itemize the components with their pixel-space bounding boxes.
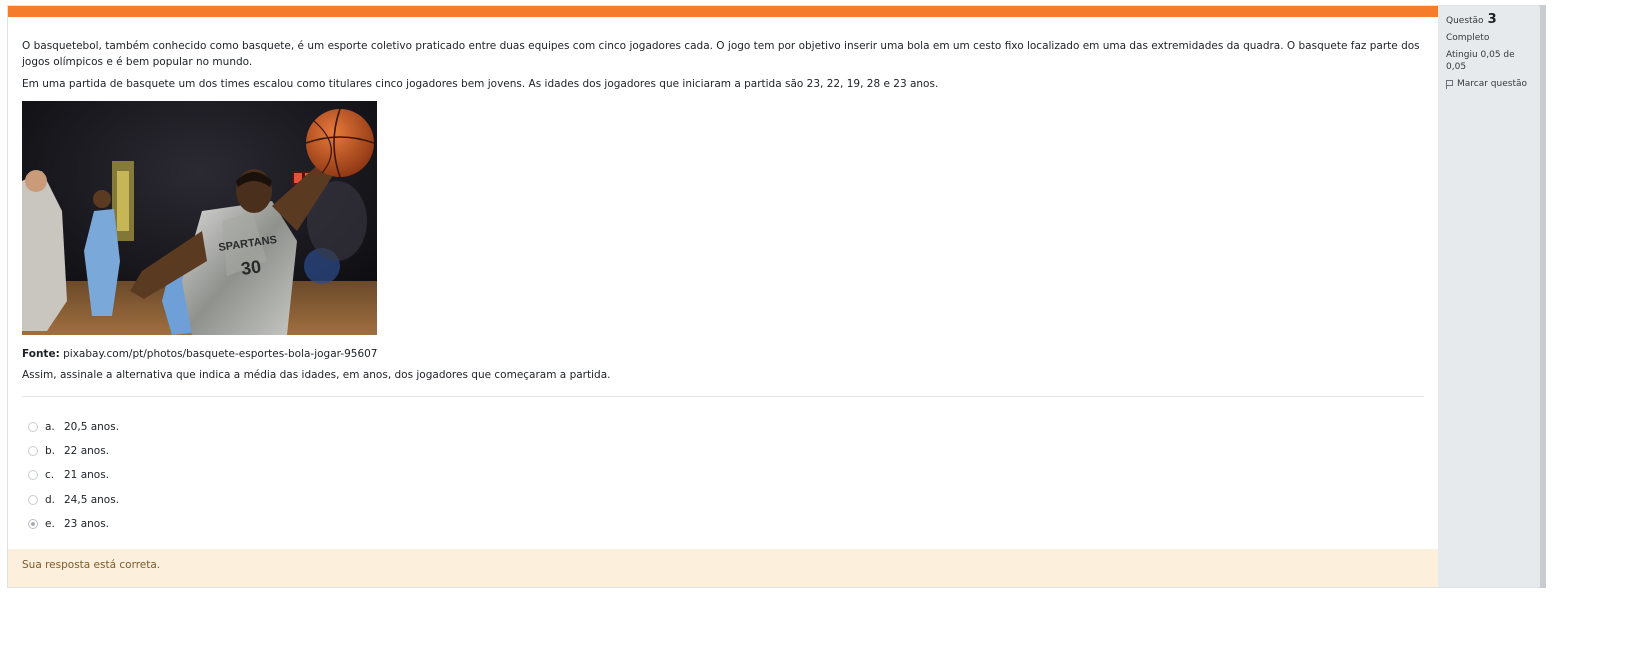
answer-text: 20,5 anos. <box>64 421 120 434</box>
accent-bar <box>8 6 1538 17</box>
answer-letter: b. <box>45 445 56 458</box>
page-scrollbar[interactable] <box>1539 5 1546 588</box>
question-paragraph-2: Em uma partida de basquete um dos times … <box>22 78 939 90</box>
answer-option-d[interactable]: d. 24,5 anos. <box>28 488 119 512</box>
question-state: Completo <box>1446 33 1490 43</box>
answer-text: 21 anos. <box>64 469 110 482</box>
answer-letter: d. <box>45 493 56 506</box>
question-text: O basquetebol, também conhecido como bas… <box>22 38 1422 98</box>
radio-button-c[interactable] <box>28 470 38 481</box>
answer-text: 23 anos. <box>64 517 110 530</box>
answer-text: 22 anos. <box>64 445 110 458</box>
flag-question-link[interactable]: Marcar questão <box>1446 79 1532 89</box>
radio-button-e[interactable] <box>28 518 38 529</box>
image-source: Fonte: pixabay.com/pt/photos/basquete-es… <box>22 348 377 360</box>
answer-option-b[interactable]: b. 22 anos. <box>28 439 119 463</box>
source-text: pixabay.com/pt/photos/basquete-esportes-… <box>63 348 378 360</box>
question-grade: Atingiu 0,05 de 0,05 <box>1446 50 1515 72</box>
answer-letter: c. <box>45 469 55 482</box>
jersey-number: 30 <box>240 256 263 279</box>
question-number-line: Questão 3 <box>1446 12 1532 27</box>
question-paragraph-1: O basquetebol, também conhecido como bas… <box>22 40 1420 68</box>
feedback-text: Sua resposta está correta. <box>22 559 161 571</box>
question-info-panel: Questão 3 Completo Atingiu 0,05 de 0,05 … <box>1438 6 1540 587</box>
question-frame: O basquetebol, também conhecido como bas… <box>7 5 1540 588</box>
answer-option-e[interactable]: e. 23 anos. <box>28 512 119 536</box>
radio-button-d[interactable] <box>28 494 38 505</box>
answer-option-a[interactable]: a. 20,5 anos. <box>28 415 119 439</box>
feedback-box: Sua resposta está correta. <box>8 549 1438 587</box>
question-label: Questão <box>1446 16 1484 26</box>
answer-letter: e. <box>45 517 55 530</box>
question-content: O basquetebol, também conhecido como bas… <box>8 17 1438 587</box>
divider <box>22 396 1424 397</box>
basketball-photo: SPARTANS 30 <box>22 101 377 335</box>
answer-text: 24,5 anos. <box>64 493 120 506</box>
answer-letter: a. <box>45 421 55 434</box>
radio-button-b[interactable] <box>28 446 38 457</box>
question-number: 3 <box>1487 12 1497 27</box>
answer-option-c[interactable]: c. 21 anos. <box>28 463 119 487</box>
radio-button-a[interactable] <box>28 422 38 433</box>
basketball-photo-graphic: SPARTANS 30 <box>22 101 377 335</box>
source-label: Fonte: <box>22 348 60 360</box>
answer-list: a. 20,5 anos. b. 22 anos. c. 21 anos. d.… <box>28 415 119 536</box>
question-prompt: Assim, assinale a alternativa que indica… <box>22 369 611 381</box>
flag-label[interactable]: Marcar questão <box>1457 79 1527 89</box>
flag-icon[interactable] <box>1446 79 1453 89</box>
